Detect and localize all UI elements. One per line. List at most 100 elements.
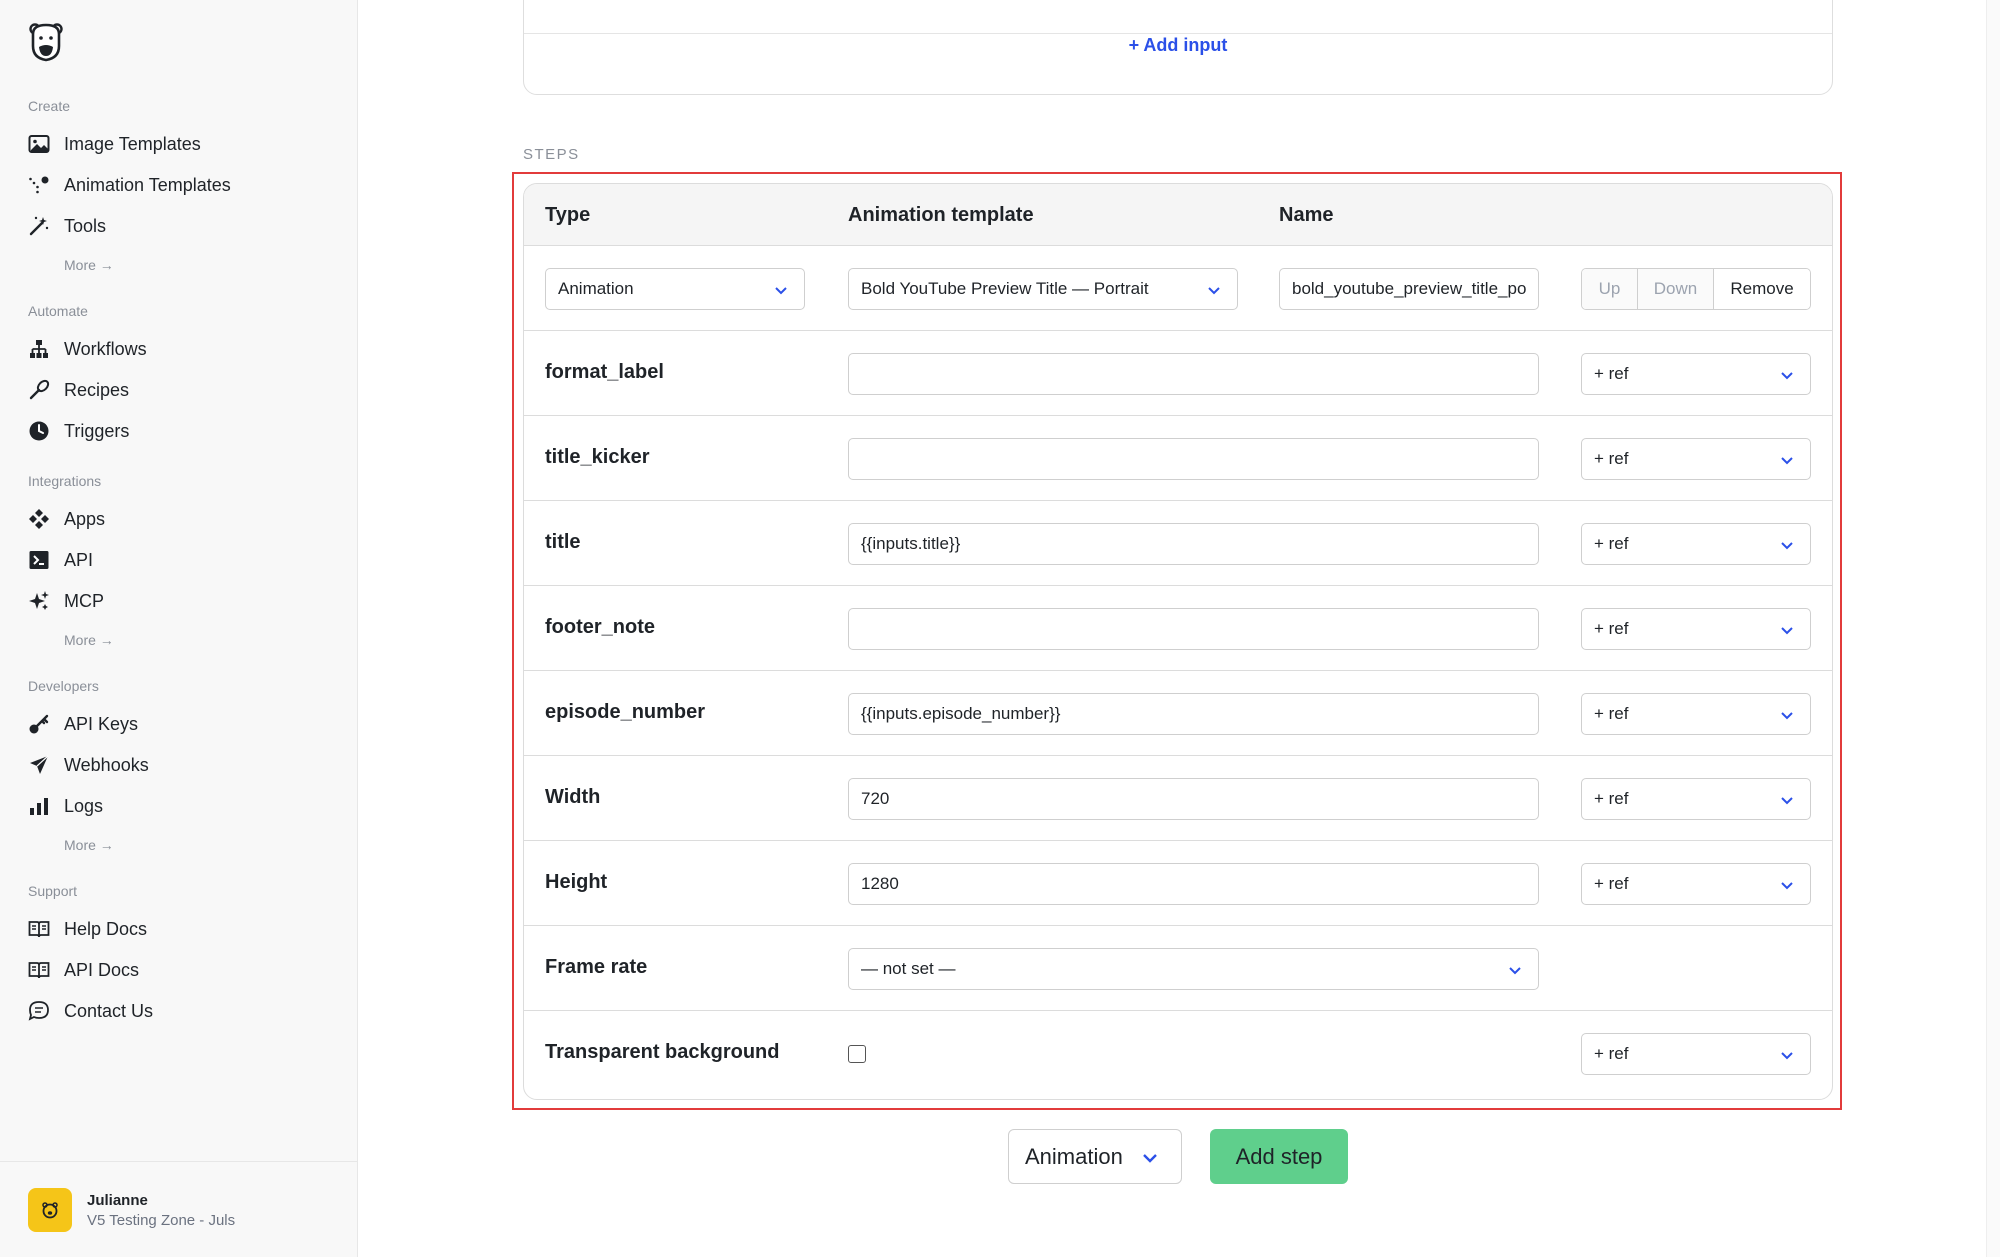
workflow-icon: [28, 338, 50, 360]
ref-select[interactable]: + ref: [1581, 1033, 1811, 1075]
sidebar-item-recipes[interactable]: Recipes: [28, 374, 129, 406]
param-row-title-kicker: title_kicker + ref: [524, 416, 1832, 501]
more-link[interactable]: More →: [64, 837, 114, 853]
send-icon: [28, 754, 50, 776]
move-down-button[interactable]: Down: [1638, 269, 1714, 309]
sidebar-item-api-keys[interactable]: API Keys: [28, 708, 138, 740]
add-input-button[interactable]: + Add input: [524, 35, 1832, 56]
ref-select[interactable]: + ref: [1581, 693, 1811, 735]
bar-chart-icon: [28, 795, 50, 817]
inputs-card: + Add input: [523, 0, 1833, 95]
param-input[interactable]: 1280: [848, 863, 1539, 905]
sidebar-item-label: Tools: [64, 215, 107, 236]
workspace-name: V5 Testing Zone - Juls: [87, 1212, 236, 1229]
ref-select[interactable]: + ref: [1581, 608, 1811, 650]
ref-select[interactable]: + ref: [1581, 353, 1811, 395]
more-link[interactable]: More →: [64, 632, 114, 648]
param-input[interactable]: [848, 353, 1539, 395]
sidebar-item-animation-templates[interactable]: Animation Templates: [28, 169, 231, 201]
new-step-type-value: Animation: [1025, 1143, 1123, 1169]
sidebar-item-label: Webhooks: [64, 754, 149, 775]
chat-icon: [28, 1000, 50, 1022]
param-label: Frame rate: [545, 956, 648, 978]
ref-select[interactable]: + ref: [1581, 863, 1811, 905]
sidebar-item-tools[interactable]: Tools: [28, 210, 106, 242]
param-row-frame-rate: Frame rate — not set —: [524, 926, 1832, 1011]
remove-step-button[interactable]: Remove: [1714, 269, 1810, 309]
sidebar-item-api-docs[interactable]: API Docs: [28, 954, 139, 986]
image-icon: [28, 133, 50, 155]
scrollbar[interactable]: [1986, 0, 2000, 1257]
sidebar-item-mcp[interactable]: MCP: [28, 585, 104, 617]
new-step-type-select[interactable]: Animation: [1008, 1129, 1182, 1184]
section-support: Support: [28, 883, 78, 899]
sidebar-item-triggers[interactable]: Triggers: [28, 415, 129, 447]
book-icon: [28, 918, 50, 940]
chevron-down-icon: [1143, 1154, 1157, 1163]
param-input[interactable]: [848, 608, 1539, 650]
sidebar-item-label: Image Templates: [64, 133, 201, 154]
sidebar: Create Image Templates Animation Templat…: [0, 0, 358, 1257]
sparkles-icon: [28, 590, 50, 612]
chevron-down-icon: [1781, 457, 1793, 465]
sidebar-item-contact-us[interactable]: Contact Us: [28, 995, 153, 1027]
param-label: footer_note: [545, 616, 655, 638]
param-input[interactable]: 720: [848, 778, 1539, 820]
add-step-button[interactable]: Add step: [1210, 1129, 1348, 1184]
param-row-format-label: format_label + ref: [524, 331, 1832, 416]
param-row-episode-number: episode_number {{inputs.episode_number}}…: [524, 671, 1832, 756]
ref-select-label: + ref: [1594, 534, 1629, 553]
param-input[interactable]: {{inputs.title}}: [848, 523, 1539, 565]
frame-rate-select[interactable]: — not set —: [848, 948, 1539, 990]
animation-icon: [28, 174, 50, 196]
step-config-row: Animation Bold YouTube Preview Title — P…: [524, 246, 1832, 331]
book-icon: [28, 959, 50, 981]
chevron-down-icon: [1781, 882, 1793, 890]
sidebar-item-workflows[interactable]: Workflows: [28, 333, 147, 365]
ref-select-label: + ref: [1594, 449, 1629, 468]
steps-table-header: Type Animation template Name: [524, 184, 1832, 246]
user-name: Julianne: [87, 1192, 148, 1209]
step-type-select[interactable]: Animation: [545, 268, 805, 310]
param-input[interactable]: [848, 438, 1539, 480]
more-link[interactable]: More →: [64, 257, 114, 273]
ref-select[interactable]: + ref: [1581, 438, 1811, 480]
sidebar-item-label: Logs: [64, 795, 104, 816]
account-switcher[interactable]: Julianne V5 Testing Zone - Juls: [0, 1161, 358, 1257]
chevron-down-icon: [1208, 287, 1220, 295]
param-row-transparent-background: Transparent background + ref: [524, 1011, 1832, 1096]
section-automate: Automate: [28, 303, 88, 319]
sidebar-item-image-templates[interactable]: Image Templates: [28, 128, 201, 160]
chevron-down-icon: [1781, 542, 1793, 550]
sidebar-item-logs[interactable]: Logs: [28, 790, 103, 822]
step-card: Type Animation template Name Animation B…: [523, 183, 1833, 1100]
step-name-input[interactable]: bold_youtube_preview_title_po: [1279, 268, 1539, 310]
sidebar-item-label: Apps: [64, 508, 106, 529]
avatar: [28, 1188, 72, 1232]
column-header-template: Animation template: [848, 204, 1034, 226]
ref-select-label: + ref: [1594, 874, 1629, 893]
steps-section-label: STEPS: [523, 146, 580, 163]
sidebar-item-label: Animation Templates: [64, 174, 231, 195]
ref-select-label: + ref: [1594, 364, 1629, 383]
step-actions: Up Down Remove: [1581, 268, 1811, 310]
ref-select[interactable]: + ref: [1581, 523, 1811, 565]
param-label: Width: [545, 786, 601, 808]
param-input[interactable]: {{inputs.episode_number}}: [848, 693, 1539, 735]
magic-wand-icon: [28, 215, 50, 237]
sidebar-item-label: MCP: [64, 590, 104, 611]
param-row-title: title {{inputs.title}} + ref: [524, 501, 1832, 586]
param-label: episode_number: [545, 701, 706, 723]
sidebar-item-help-docs[interactable]: Help Docs: [28, 913, 147, 945]
animation-template-select[interactable]: Bold YouTube Preview Title — Portrait: [848, 268, 1238, 310]
transparent-background-checkbox[interactable]: [848, 1045, 866, 1063]
ref-select[interactable]: + ref: [1581, 778, 1811, 820]
sidebar-item-apps[interactable]: Apps: [28, 503, 105, 535]
param-row-height: Height 1280 + ref: [524, 841, 1832, 926]
frame-rate-value: — not set —: [861, 959, 956, 978]
section-developers: Developers: [28, 678, 99, 694]
move-up-button[interactable]: Up: [1582, 269, 1638, 309]
sidebar-item-api[interactable]: API: [28, 544, 93, 576]
sidebar-item-webhooks[interactable]: Webhooks: [28, 749, 149, 781]
bear-logo-icon[interactable]: [28, 20, 64, 62]
